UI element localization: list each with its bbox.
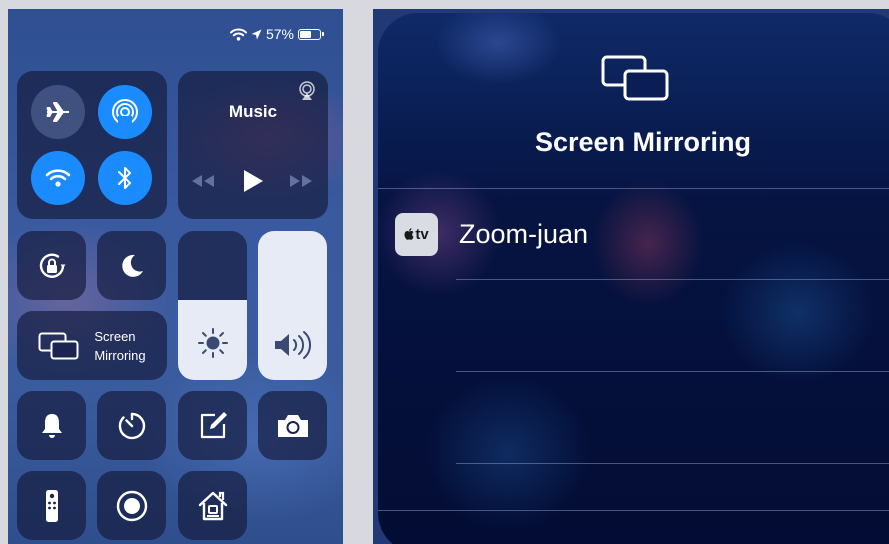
apple-logo-icon: [404, 228, 414, 240]
airplane-icon: [46, 102, 69, 122]
home-button[interactable]: [178, 471, 247, 540]
camera-button[interactable]: [258, 391, 327, 460]
location-arrow-icon: [251, 29, 262, 39]
timer-icon: [118, 412, 145, 439]
control-center: 57% Music Screen Mirroring: [8, 9, 343, 544]
divider: [456, 279, 889, 280]
device-name: Zoom-juan: [459, 218, 589, 249]
screen-mirroring-icon: [38, 332, 79, 359]
airplay-audio-icon[interactable]: [296, 80, 318, 102]
screen-recording-button[interactable]: [97, 471, 166, 540]
orientation-lock-button[interactable]: [17, 231, 86, 300]
divider: [378, 510, 889, 511]
sheet-title: Screen Mirroring: [534, 127, 752, 157]
divider: [456, 371, 889, 372]
connectivity-module: [17, 71, 167, 219]
apple-tv-icon: tv: [395, 212, 438, 256]
volume-slider[interactable]: [258, 231, 327, 380]
wifi-icon: [229, 28, 247, 41]
airplane-mode-toggle[interactable]: [31, 85, 85, 139]
orientation-lock-icon: [39, 253, 65, 278]
battery-percent: 57%: [265, 26, 294, 42]
brightness-slider[interactable]: [178, 231, 247, 380]
bluetooth-icon: [118, 167, 131, 189]
screen-mirroring-sheet: Screen Mirroring tv Zoom-juan: [378, 13, 889, 544]
divider: [456, 463, 889, 464]
bell-button[interactable]: [17, 391, 86, 460]
sun-icon: [197, 328, 228, 358]
status-bar: 57%: [229, 26, 324, 42]
screen-mirroring-icon: [601, 55, 669, 101]
apple-tv-remote-button[interactable]: [17, 471, 86, 540]
fast-forward-icon[interactable]: [288, 173, 314, 189]
wifi-toggle[interactable]: [31, 151, 85, 205]
home-icon: [198, 491, 227, 520]
screen-mirroring-button[interactable]: Screen Mirroring: [17, 311, 167, 380]
record-icon: [116, 490, 147, 521]
music-title: Music: [228, 102, 278, 121]
remote-icon: [45, 489, 58, 522]
screen-mirroring-panel: Screen Mirroring tv Zoom-juan: [373, 9, 889, 544]
notes-button[interactable]: [178, 391, 247, 460]
device-row[interactable]: tv Zoom-juan: [395, 209, 889, 259]
airdrop-toggle[interactable]: [98, 85, 152, 139]
speaker-icon: [274, 331, 311, 359]
battery-icon: [298, 28, 324, 40]
moon-icon: [121, 254, 143, 277]
bell-icon: [41, 413, 62, 438]
do-not-disturb-button[interactable]: [97, 231, 166, 300]
airdrop-icon: [112, 99, 138, 126]
compose-icon: [200, 411, 227, 438]
divider: [378, 188, 889, 189]
camera-icon: [277, 414, 308, 437]
timer-button[interactable]: [97, 391, 166, 460]
music-module[interactable]: Music: [178, 71, 328, 219]
play-icon[interactable]: [242, 169, 264, 193]
wifi-icon: [45, 169, 71, 187]
apple-tv-badge-text: tv: [415, 225, 429, 243]
screen-mirroring-label: Screen Mirroring: [94, 328, 146, 363]
bluetooth-toggle[interactable]: [98, 151, 152, 205]
rewind-icon[interactable]: [190, 173, 216, 189]
